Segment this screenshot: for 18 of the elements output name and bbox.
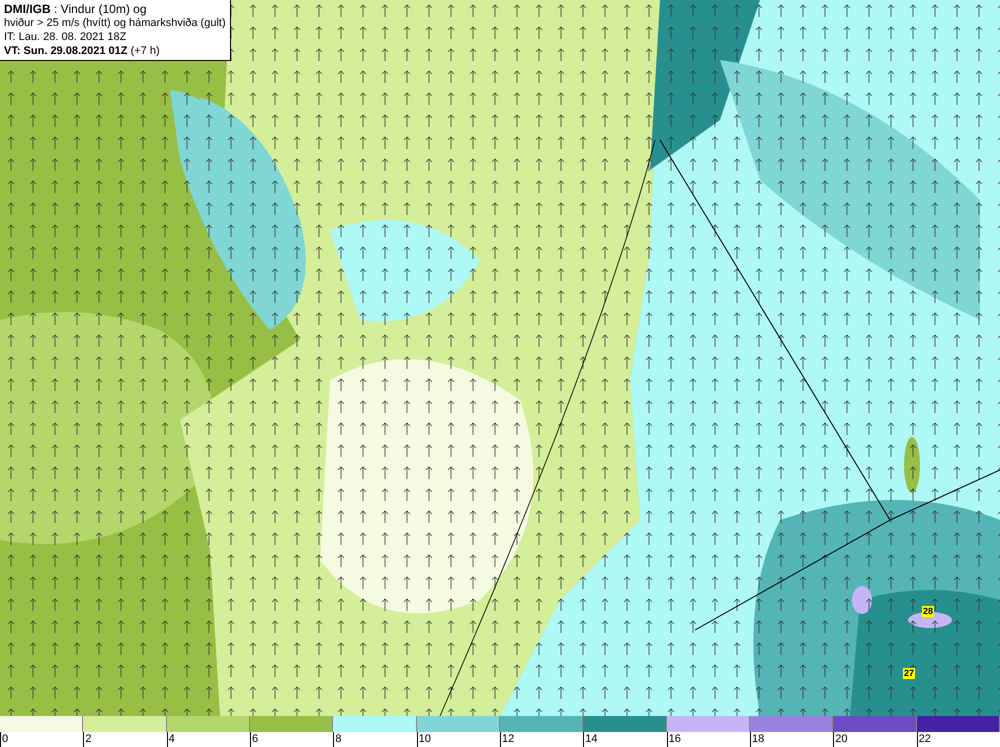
legend-label: 16 <box>668 733 681 745</box>
legend-label: 22 <box>918 733 931 745</box>
gust-label: 28 <box>922 606 934 617</box>
legend-label: 6 <box>252 733 258 745</box>
initial-time: IT: Lau. 28. 08. 2021 18Z <box>4 30 128 44</box>
legend-label: 0 <box>2 733 8 745</box>
legend-label: 18 <box>752 733 764 745</box>
legend-label: 14 <box>585 733 598 745</box>
caption-title: DMI/IGB : Vindur (10m) og <box>4 2 148 16</box>
gust-label: 27 <box>903 668 916 679</box>
legend-label: 12 <box>502 733 514 745</box>
legend-label: 10 <box>418 733 431 745</box>
legend-label: 2 <box>85 733 92 745</box>
legend-label: 20 <box>835 733 848 745</box>
valid-time: VT: Sun. 29.08.2021 01Z (+7 h) <box>4 44 161 58</box>
legend-label: 8 <box>335 733 342 745</box>
caption-subtitle: hviður > 25 m/s (hvítt) og hámarkshviða (gult) <box>4 16 226 30</box>
legend-label: 4 <box>168 733 175 745</box>
